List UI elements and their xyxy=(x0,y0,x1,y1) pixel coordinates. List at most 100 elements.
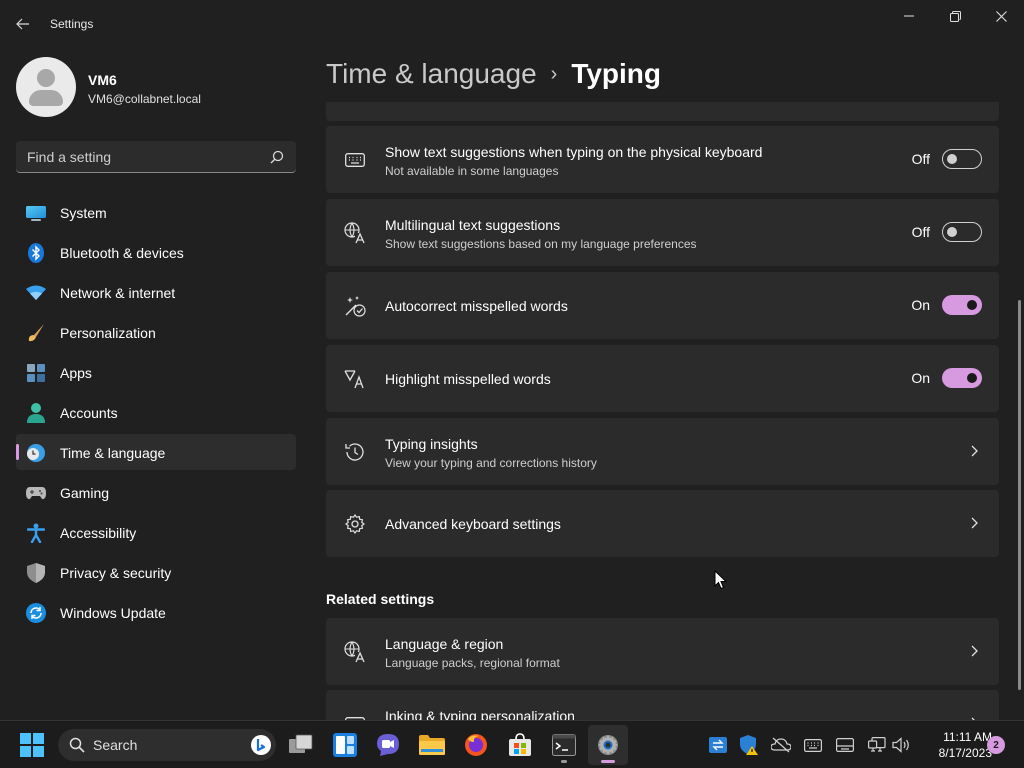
teams-chat-button[interactable] xyxy=(368,725,408,765)
microsoft-store-button[interactable] xyxy=(500,725,540,765)
network-icon[interactable] xyxy=(867,735,887,755)
sidebar-nav: System Bluetooth & devices Network & int… xyxy=(16,194,296,634)
language-icon xyxy=(344,641,366,663)
settings-taskbar-button[interactable] xyxy=(588,725,628,765)
user-name: VM6 xyxy=(88,72,117,88)
task-view-button[interactable] xyxy=(281,725,321,765)
file-explorer-button[interactable] xyxy=(412,725,452,765)
sidebar-item-label: Windows Update xyxy=(60,605,166,621)
windows-security-icon[interactable] xyxy=(739,735,759,755)
multilingual-suggestions-card: Multilingual text suggestions Show text … xyxy=(326,199,999,266)
taskbar-clock[interactable]: 11:11 AM 8/17/2023 xyxy=(916,729,992,761)
spellcheck-icon xyxy=(344,368,366,390)
sidebar-item-label: Accessibility xyxy=(60,525,137,541)
breadcrumb-parent[interactable]: Time & language xyxy=(326,58,537,89)
card-subtitle: View your typing and corrections history xyxy=(385,456,597,470)
sidebar-item-windows-update[interactable]: Windows Update xyxy=(16,594,296,630)
accounts-icon xyxy=(26,403,46,423)
sidebar-item-accounts[interactable]: Accounts xyxy=(16,394,296,430)
text-suggestions-toggle[interactable] xyxy=(942,149,982,169)
inking-typing-card[interactable]: Inking & typing personalization xyxy=(326,690,999,720)
sidebar-item-apps[interactable]: Apps xyxy=(16,354,296,390)
taskbar-search-label: Search xyxy=(93,737,138,753)
sidebar-item-system[interactable]: System xyxy=(16,194,296,230)
terminal-icon xyxy=(552,734,576,756)
mouse-cursor-icon xyxy=(714,570,728,590)
card-title: Typing insights xyxy=(385,436,478,452)
sidebar-item-label: Apps xyxy=(60,365,92,381)
multilingual-toggle[interactable] xyxy=(942,222,982,242)
chevron-right-icon xyxy=(971,445,978,457)
typing-insights-card[interactable]: Typing insights View your typing and cor… xyxy=(326,418,999,485)
page-title: Typing xyxy=(571,58,662,89)
minimize-button[interactable] xyxy=(886,0,932,32)
sidebar-item-label: Network & internet xyxy=(60,285,176,301)
toggle-state-text: On xyxy=(911,370,930,386)
card-title: Language & region xyxy=(385,636,504,652)
highlight-misspelled-toggle[interactable] xyxy=(942,368,982,388)
highlight-misspelled-card: Highlight misspelled words On xyxy=(326,345,999,412)
sidebar-item-label: System xyxy=(60,205,107,221)
card-title: Highlight misspelled words xyxy=(385,371,551,387)
minimize-icon xyxy=(904,15,914,17)
start-button[interactable] xyxy=(12,725,52,765)
breadcrumb: Time & language › Typing xyxy=(326,58,661,90)
widgets-button[interactable] xyxy=(325,725,365,765)
sidebar-item-label: Privacy & security xyxy=(60,565,172,581)
brush-icon xyxy=(26,323,46,343)
sidebar-item-time-language[interactable]: Time & language xyxy=(16,434,296,470)
toggle-state-text: On xyxy=(911,297,930,313)
search-icon xyxy=(69,737,85,753)
language-region-card[interactable]: Language & region Language packs, region… xyxy=(326,618,999,685)
taskbar-search[interactable]: Search xyxy=(58,729,276,761)
apps-icon xyxy=(26,363,46,383)
touch-keyboard-icon[interactable] xyxy=(835,735,855,755)
find-setting-input[interactable] xyxy=(16,141,266,172)
teams-chat-icon xyxy=(377,734,399,756)
sidebar-item-personalization[interactable]: Personalization xyxy=(16,314,296,350)
sidebar-item-label: Gaming xyxy=(60,485,110,501)
autocorrect-icon xyxy=(344,295,366,317)
back-button[interactable] xyxy=(8,10,38,38)
title-bar: Settings xyxy=(0,0,1024,48)
settings-card-partial xyxy=(326,102,999,121)
autocorrect-card: Autocorrect misspelled words On xyxy=(326,272,999,339)
scrollbar[interactable] xyxy=(1018,300,1021,690)
clock-date: 8/17/2023 xyxy=(938,746,992,760)
sidebar-item-label: Personalization xyxy=(60,325,156,341)
terminal-button[interactable] xyxy=(544,725,584,765)
gamepad-icon xyxy=(26,483,46,503)
toggle-state-text: Off xyxy=(911,151,930,167)
toggle-state-text: Off xyxy=(911,224,930,240)
clock-globe-icon xyxy=(26,443,46,463)
close-button[interactable] xyxy=(978,0,1024,32)
sidebar-item-privacy[interactable]: Privacy & security xyxy=(16,554,296,590)
update-icon xyxy=(26,603,46,623)
remote-connection-icon[interactable] xyxy=(708,735,728,755)
autocorrect-toggle[interactable] xyxy=(942,295,982,315)
sidebar-item-accessibility[interactable]: Accessibility xyxy=(16,514,296,550)
keyboard-tray-icon[interactable] xyxy=(803,735,823,755)
notification-badge[interactable]: 2 xyxy=(987,736,1005,754)
onedrive-offline-icon[interactable] xyxy=(771,735,791,755)
back-arrow-icon xyxy=(16,18,29,30)
volume-icon[interactable] xyxy=(891,735,911,755)
pen-keyboard-icon xyxy=(344,713,366,720)
breadcrumb-separator: › xyxy=(550,63,558,85)
find-setting-box xyxy=(16,141,296,173)
history-icon xyxy=(344,441,366,463)
store-icon xyxy=(509,733,531,756)
windows-logo-icon xyxy=(20,733,44,757)
search-icon[interactable] xyxy=(270,150,284,164)
task-view-icon xyxy=(289,734,313,753)
sidebar-item-network[interactable]: Network & internet xyxy=(16,274,296,310)
close-icon xyxy=(995,10,1007,22)
sidebar-item-gaming[interactable]: Gaming xyxy=(16,474,296,510)
advanced-keyboard-card[interactable]: Advanced keyboard settings xyxy=(326,490,999,557)
firefox-button[interactable] xyxy=(456,725,496,765)
keyboard-icon xyxy=(344,149,366,171)
restore-button[interactable] xyxy=(932,0,978,32)
sidebar-item-bluetooth[interactable]: Bluetooth & devices xyxy=(16,234,296,270)
firefox-icon xyxy=(465,734,487,756)
bing-icon xyxy=(251,735,271,755)
